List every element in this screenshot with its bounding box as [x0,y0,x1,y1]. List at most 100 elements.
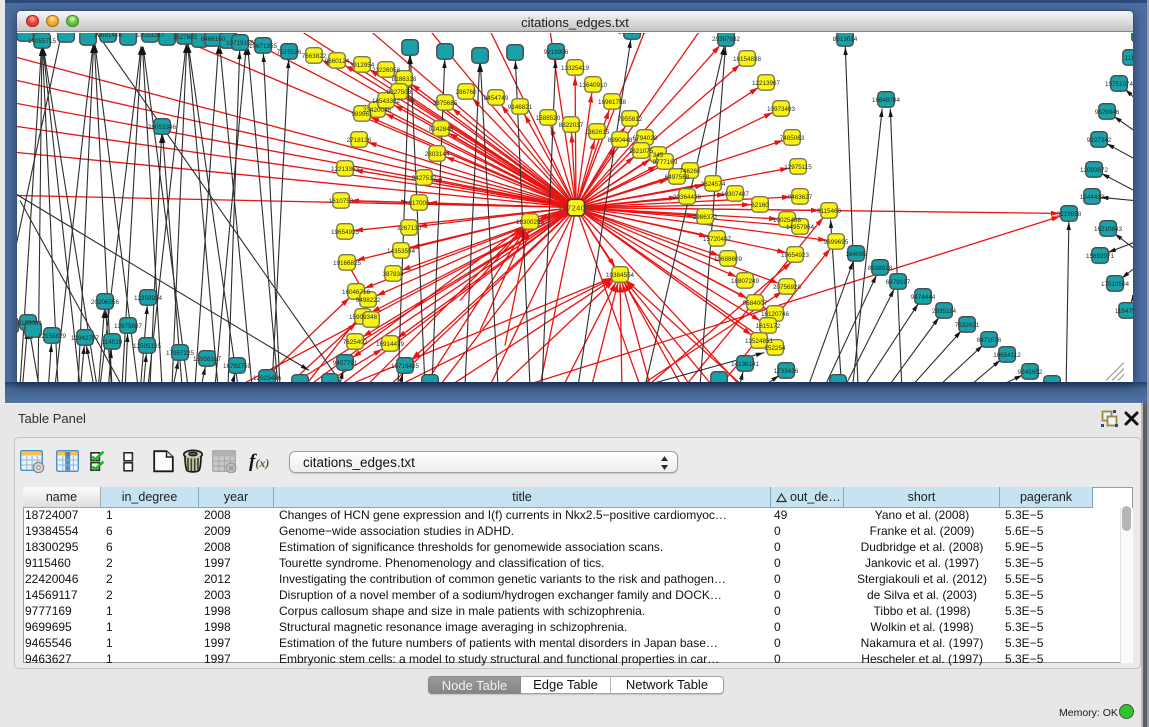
svg-text:12156829: 12156829 [38,332,67,339]
svg-text:16033809: 16033809 [618,33,647,36]
svg-text:14957964: 14957964 [786,223,815,230]
svg-text:10654112: 10654112 [993,351,1021,358]
svg-text:20691406: 20691406 [94,33,123,39]
svg-text:13640910: 13640910 [579,81,608,88]
svg-text:19166825: 19166825 [333,259,362,266]
svg-text:8186328: 8186328 [392,75,417,82]
svg-text:8613014: 8613014 [833,35,858,42]
svg-text:17957225: 17957225 [166,349,195,356]
svg-text:20756928: 20756928 [773,283,802,290]
svg-text:16958167: 16958167 [193,355,222,362]
svg-text:7632621: 7632621 [955,321,980,328]
svg-text:2718126: 2718126 [347,136,372,143]
svg-text:252254: 252254 [764,344,786,351]
svg-text:16648784: 16648784 [872,96,901,103]
svg-text:9777169: 9777169 [653,158,678,165]
svg-text:12923446: 12923446 [253,374,282,381]
svg-text:10307487: 10307487 [721,190,750,197]
svg-text:13524851: 13524851 [745,337,774,344]
svg-text:164095: 164095 [845,250,867,257]
svg-text:9660124: 9660124 [325,57,350,64]
svg-text:8938928: 8938928 [868,264,893,271]
svg-text:9498222: 9498222 [356,296,381,303]
svg-text:6497568: 6497568 [665,173,690,180]
svg-text:18724007: 18724007 [558,203,594,212]
svg-text:9218906: 9218906 [544,48,569,55]
svg-text:18300295: 18300295 [516,218,545,225]
svg-text:10973493: 10973493 [767,105,796,112]
svg-text:10671355: 10671355 [249,42,278,49]
svg-text:1112: 1112 [1124,54,1133,61]
svg-text:2935114: 2935114 [932,307,957,314]
svg-text:16914479: 16914479 [376,340,405,347]
svg-text:12359924: 12359924 [134,294,163,301]
svg-text:9684007: 9684007 [743,299,768,306]
svg-text:20206556: 20206556 [91,298,120,305]
svg-text:9146821: 9146821 [508,103,533,110]
svg-text:12975115: 12975115 [784,163,812,170]
svg-text:1527602: 1527602 [173,33,198,40]
svg-text:8990448: 8990448 [608,136,633,143]
svg-text:345: 345 [653,151,664,158]
svg-text:8471676: 8471676 [977,336,1002,343]
svg-text:7955812: 7955812 [618,115,643,122]
svg-text:9115460: 9115460 [817,207,842,214]
svg-text:6879197: 6879197 [886,278,911,285]
svg-text:114519: 114519 [102,338,123,345]
svg-text:16154838: 16154838 [733,55,762,62]
svg-text:9474444: 9474444 [911,293,936,300]
svg-text:19384554: 19384554 [606,271,635,278]
svg-text:9329946: 9329946 [1095,108,1120,115]
svg-text:8822037: 8822037 [559,121,584,128]
svg-text:3624574: 3624574 [701,180,726,187]
svg-text:13975887: 13975887 [114,322,143,329]
svg-text:9457791: 9457791 [333,359,358,366]
svg-text:12213363: 12213363 [331,165,360,172]
svg-text:10025488: 10025488 [773,216,802,223]
svg-text:9427512: 9427512 [412,174,437,181]
svg-text:2986372: 2986372 [693,213,718,220]
svg-text:1362615: 1362615 [585,128,610,135]
svg-text:12213967: 12213967 [752,79,781,86]
svg-text:3875685: 3875685 [433,99,458,106]
svg-text:7663822: 7663822 [302,52,327,59]
svg-text:16543362: 16543362 [372,97,401,104]
svg-text:9327503: 9327503 [387,88,412,95]
svg-text:1621075: 1621075 [629,147,654,154]
svg-text:2803144: 2803144 [425,150,450,157]
svg-text:16120746: 16120746 [761,310,790,317]
svg-text:9699695: 9699695 [824,238,849,245]
svg-text:15720407: 15720407 [703,235,732,242]
svg-text:13325419: 13325419 [561,64,590,71]
svg-text:286760: 286760 [455,88,477,95]
svg-text:12505135: 12505135 [133,342,162,349]
svg-text:20364436: 20364436 [673,193,702,200]
svg-text:16046716: 16046716 [342,288,371,295]
svg-text:14136141: 14136141 [731,360,760,367]
svg-text:387834: 387834 [382,270,404,277]
svg-text:12942757: 12942757 [71,334,100,341]
svg-text:15692971: 15692971 [1086,252,1115,259]
svg-text:1610753: 1610753 [329,197,354,204]
svg-text:317006: 317006 [408,199,430,206]
svg-text:9242848: 9242848 [429,125,454,132]
svg-text:10553287: 10553287 [136,33,165,39]
svg-text:16782759: 16782759 [223,362,252,369]
svg-text:26053346: 26053346 [148,123,177,130]
svg-text:15716485: 15716485 [391,362,420,369]
svg-text:7625402: 7625402 [343,338,368,345]
svg-text:989961: 989961 [351,110,373,117]
svg-text:9227342: 9227342 [1087,136,1112,143]
svg-text:7485063: 7485063 [780,134,805,141]
svg-text:17010504: 17010504 [1101,280,1130,287]
svg-text:14353594: 14353594 [387,247,416,254]
svg-text:19654935: 19654935 [331,228,360,235]
svg-text:62160: 62160 [751,201,769,208]
svg-text:15909348: 15909348 [349,313,378,320]
svg-text:1733426: 1733426 [774,367,799,374]
svg-text:6794028: 6794028 [633,134,658,141]
svg-text:14055715: 14055715 [28,37,57,44]
svg-text:18807249: 18807249 [731,277,760,284]
svg-text:39159061: 39159061 [17,319,42,326]
svg-text:16961758: 16961758 [598,98,627,105]
